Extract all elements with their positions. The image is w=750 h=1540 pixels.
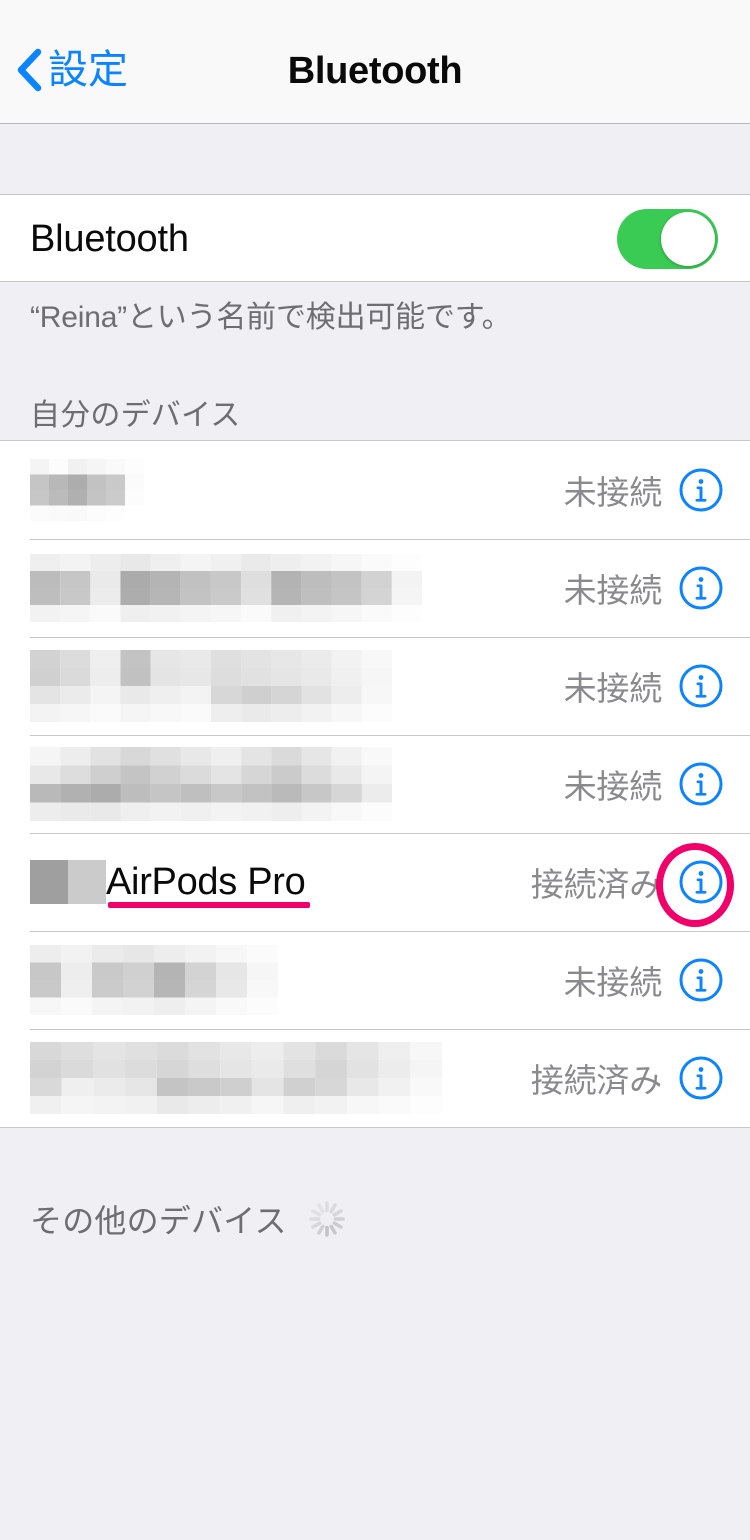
page-title: Bluetooth — [287, 50, 463, 92]
my-devices-list: 未接続 未接続 未接続 未接続 AirPods Pro 接続済み 未接続 接続済… — [0, 440, 750, 1128]
status-label: 接続済み — [530, 1062, 662, 1099]
row-trailing: 未接続 — [564, 539, 724, 637]
info-circle-icon[interactable] — [678, 761, 724, 807]
row-trailing: 未接続 — [564, 735, 724, 833]
bluetooth-toggle-group: Bluetooth — [0, 194, 750, 282]
redaction-block — [30, 945, 278, 1015]
discoverable-note: “Reina”という名前で検出可能です。 — [30, 301, 512, 334]
info-circle-icon[interactable] — [678, 1055, 724, 1101]
info-circle-icon[interactable] — [678, 565, 724, 611]
table-row[interactable]: 未接続 — [0, 441, 750, 539]
device-name — [30, 441, 182, 539]
info-circle-icon[interactable] — [678, 859, 724, 905]
bluetooth-label: Bluetooth — [30, 217, 189, 260]
status-label: 未接続 — [563, 964, 663, 1001]
table-row[interactable]: 未接続 — [0, 931, 750, 1029]
redaction-block — [30, 459, 182, 521]
redaction-block — [30, 650, 392, 722]
info-circle-icon[interactable] — [678, 467, 724, 513]
activity-spinner-icon — [308, 1201, 345, 1237]
row-trailing: 未接続 — [564, 931, 724, 1029]
info-circle-icon[interactable] — [678, 957, 724, 1003]
table-row[interactable]: 未接続 — [0, 637, 750, 735]
status-label: 未接続 — [563, 572, 663, 609]
device-name — [30, 539, 422, 637]
bluetooth-toggle-switch[interactable] — [617, 209, 718, 269]
table-row[interactable]: 未接続 — [0, 735, 750, 833]
status-label: 未接続 — [563, 474, 663, 511]
bluetooth-toggle-row[interactable]: Bluetooth — [0, 195, 750, 283]
toggle-knob — [661, 212, 715, 266]
status-label: 接続済み — [530, 866, 662, 903]
device-name-label: AirPods Pro — [106, 860, 306, 903]
other-devices-section-header: その他のデバイス — [30, 1203, 287, 1239]
row-trailing: 未接続 — [564, 441, 724, 539]
redaction-block — [30, 747, 392, 821]
row-trailing: 未接続 — [564, 637, 724, 735]
table-row-airpods-pro[interactable]: AirPods Pro 接続済み — [0, 833, 750, 931]
row-trailing: 接続済み — [531, 1029, 724, 1127]
table-row[interactable]: 未接続 — [0, 539, 750, 637]
status-label: 未接続 — [563, 768, 663, 805]
device-name — [30, 637, 392, 735]
redaction-block — [30, 554, 422, 622]
status-label: 未接続 — [563, 670, 663, 707]
device-name: AirPods Pro — [30, 833, 306, 931]
navigation-bar: 設定 Bluetooth — [0, 0, 750, 124]
other-devices-section: その他のデバイス — [30, 1196, 349, 1242]
table-row[interactable]: 接続済み — [0, 1029, 750, 1127]
device-name — [30, 735, 392, 833]
info-circle-icon[interactable] — [678, 663, 724, 709]
bluetooth-settings-screen: 設定 Bluetooth Bluetooth “Reina”という名前で検出可能… — [0, 0, 750, 1540]
redaction-block — [30, 860, 106, 904]
device-name — [30, 931, 278, 1029]
my-devices-section-header: 自分のデバイス — [30, 399, 241, 432]
row-trailing: 接続済み — [531, 833, 724, 931]
device-name — [30, 1029, 442, 1127]
redaction-block — [30, 1042, 442, 1114]
